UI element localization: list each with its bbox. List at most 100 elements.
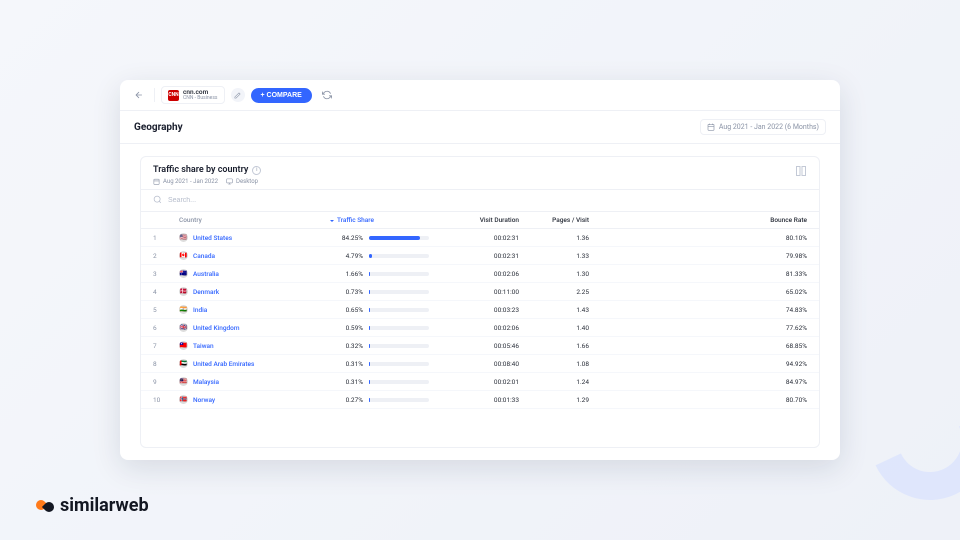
flag-icon: 🇮🇳 (179, 305, 188, 314)
duration-cell: 00:01:33 (449, 396, 529, 404)
country-link[interactable]: 🇬🇧 United Kingdom (179, 323, 329, 332)
background-decoration (853, 363, 960, 517)
rank-cell: 10 (153, 396, 179, 404)
traffic-share-cell: 0.59% (329, 324, 449, 332)
duration-cell: 00:03:23 (449, 306, 529, 314)
rank-cell: 9 (153, 378, 179, 386)
brand-logo: similarweb (36, 495, 149, 516)
toolbar: CNN cnn.com CNN - Business + COMPARE (120, 80, 840, 111)
duration-cell: 00:02:06 (449, 270, 529, 278)
flag-icon: 🇲🇾 (179, 377, 188, 386)
share-bar (369, 254, 429, 258)
bounce-cell: 79.98% (737, 252, 807, 260)
country-link[interactable]: 🇮🇳 India (179, 305, 329, 314)
refresh-icon[interactable] (318, 86, 336, 104)
search-input[interactable] (168, 197, 807, 204)
col-pages-visit[interactable]: Pages / Visit (529, 216, 599, 224)
compare-button[interactable]: + COMPARE (251, 88, 312, 103)
country-link[interactable]: 🇦🇪United Arab Emirates (179, 359, 329, 368)
country-name: Norway (193, 396, 215, 404)
country-link[interactable]: 🇩🇰Denmark (179, 287, 329, 296)
duration-cell: 00:02:31 (449, 234, 529, 242)
flag-icon: 🇨🇦 (179, 251, 188, 260)
duration-cell: 00:08:40 (449, 360, 529, 368)
export-icon[interactable] (795, 165, 807, 180)
rank-cell: 8 (153, 360, 179, 368)
share-bar (369, 398, 429, 402)
desktop-icon (226, 178, 233, 185)
panel-date-sub: Aug 2021 - Jan 2022 (153, 178, 218, 185)
rank-cell: 4 (153, 288, 179, 296)
pages-cell: 2.25 (529, 288, 599, 296)
bounce-cell: 84.97% (737, 378, 807, 386)
back-button[interactable] (130, 86, 148, 104)
table-row: 8🇦🇪United Arab Emirates0.31%00:08:401.08… (141, 355, 819, 373)
flag-icon: 🇳🇴 (179, 395, 188, 404)
col-traffic-share[interactable]: Traffic Share (329, 216, 449, 224)
country-name: Australia (193, 270, 219, 278)
pages-cell: 1.66 (529, 342, 599, 350)
bounce-cell: 80.10% (737, 234, 807, 242)
share-bar (369, 362, 429, 366)
date-range-picker[interactable]: Aug 2021 - Jan 2022 (6 Months) (700, 119, 826, 135)
country-link[interactable]: 🇳🇴 Norway (179, 395, 329, 404)
share-bar (369, 272, 429, 276)
bounce-cell: 81.33% (737, 270, 807, 278)
pages-cell: 1.24 (529, 378, 599, 386)
country-name: India (193, 306, 207, 314)
pages-cell: 1.33 (529, 252, 599, 260)
share-bar (369, 308, 429, 312)
traffic-share-cell: 0.65% (329, 306, 449, 314)
duration-cell: 00:02:31 (449, 252, 529, 260)
date-range-text: Aug 2021 - Jan 2022 (6 Months) (719, 123, 819, 131)
calendar-icon (707, 123, 715, 131)
search-icon (153, 195, 162, 206)
table-row: 4🇩🇰Denmark0.73%00:11:002.2565.02% (141, 283, 819, 301)
site-subtitle: CNN - Business (183, 96, 218, 101)
calendar-icon (153, 178, 160, 185)
flag-icon: 🇦🇺 (179, 269, 188, 278)
col-bounce-rate[interactable]: Bounce Rate (737, 216, 807, 224)
table-row: 5🇮🇳India0.65%00:03:231.4374.83% (141, 301, 819, 319)
table-row: 10🇳🇴Norway0.27%00:01:331.2980.70% (141, 391, 819, 409)
pages-cell: 1.36 (529, 234, 599, 242)
flag-icon: 🇬🇧 (179, 323, 188, 332)
edit-site-button[interactable] (231, 88, 245, 102)
pages-cell: 1.08 (529, 360, 599, 368)
country-name: Denmark (193, 288, 219, 296)
bounce-cell: 77.62% (737, 324, 807, 332)
bounce-cell: 80.70% (737, 396, 807, 404)
traffic-share-cell: 0.32% (329, 342, 449, 350)
site-favicon: CNN (168, 90, 179, 101)
traffic-share-panel: Traffic share by country i Aug 2021 - Ja… (140, 156, 820, 448)
flag-icon: 🇹🇼 (179, 341, 188, 350)
table-row: 6🇬🇧United Kingdom0.59%00:02:061.4077.62% (141, 319, 819, 337)
share-bar (369, 380, 429, 384)
table-row: 3🇦🇺Australia1.66%00:02:061.3081.33% (141, 265, 819, 283)
country-link[interactable]: 🇨🇦Canada (179, 251, 329, 260)
traffic-share-cell: 84.25% (329, 234, 449, 242)
share-bar (369, 326, 429, 330)
panel-device-sub: Desktop (226, 178, 258, 185)
bounce-cell: 74.83% (737, 306, 807, 314)
country-link[interactable]: 🇹🇼Taiwan (179, 341, 329, 350)
info-icon[interactable]: i (252, 166, 261, 175)
col-visit-duration[interactable]: Visit Duration (449, 216, 529, 224)
site-chip[interactable]: CNN cnn.com CNN - Business (161, 86, 225, 104)
table-header: Country Traffic Share Visit Duration Pag… (141, 212, 819, 229)
rank-cell: 1 (153, 234, 179, 242)
app-window: CNN cnn.com CNN - Business + COMPARE Geo… (120, 80, 840, 460)
traffic-share-cell: 0.73% (329, 288, 449, 296)
flag-icon: 🇺🇸 (179, 233, 188, 242)
country-link[interactable]: 🇲🇾Malaysia (179, 377, 329, 386)
brand-name: similarweb (60, 495, 149, 516)
col-country[interactable]: Country (179, 216, 329, 224)
country-link[interactable]: 🇺🇸United States (179, 233, 329, 242)
share-bar (369, 236, 429, 240)
rank-cell: 3 (153, 270, 179, 278)
flag-icon: 🇦🇪 (179, 359, 188, 368)
bounce-cell: 94.92% (737, 360, 807, 368)
country-link[interactable]: 🇦🇺 Australia (179, 269, 329, 278)
country-name: United Kingdom (193, 324, 240, 332)
share-bar (369, 290, 429, 294)
